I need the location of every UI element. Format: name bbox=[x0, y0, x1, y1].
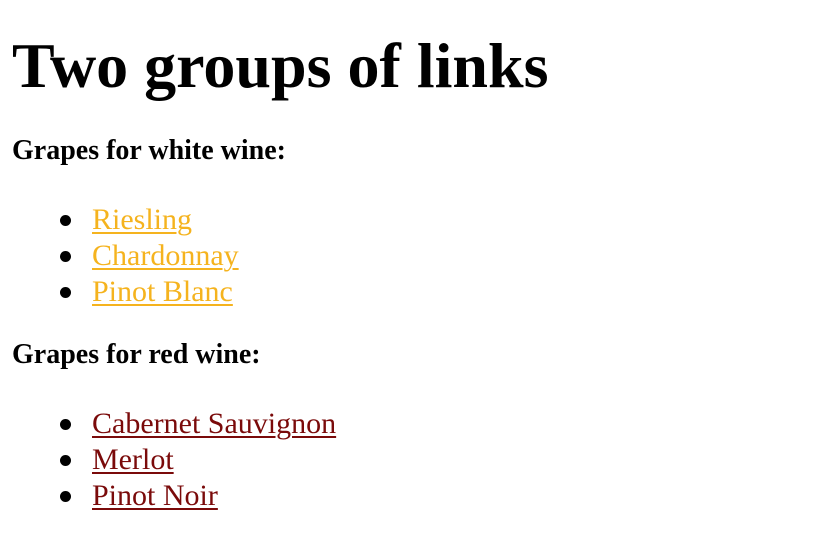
page-content: Two groups of links Grapes for white win… bbox=[12, 0, 548, 514]
list-item: Chardonnay bbox=[12, 238, 548, 274]
list-item: Pinot Noir bbox=[12, 478, 548, 514]
list-item: Cabernet Sauvignon bbox=[12, 406, 548, 442]
bullet-icon bbox=[60, 491, 71, 502]
link-chardonnay[interactable]: Chardonnay bbox=[92, 239, 239, 272]
bullet-icon bbox=[60, 455, 71, 466]
link-pinot-noir[interactable]: Pinot Noir bbox=[92, 479, 218, 512]
bullet-icon bbox=[60, 251, 71, 262]
bullet-icon bbox=[60, 287, 71, 298]
list-item: Riesling bbox=[12, 202, 548, 238]
link-pinot-blanc[interactable]: Pinot Blanc bbox=[92, 275, 233, 308]
bullet-icon bbox=[60, 419, 71, 430]
list-item: Merlot bbox=[12, 442, 548, 478]
red-wine-heading: Grapes for red wine: bbox=[12, 339, 261, 370]
link-merlot[interactable]: Merlot bbox=[92, 443, 174, 476]
white-wine-list: Riesling Chardonnay Pinot Blanc bbox=[12, 202, 548, 310]
link-cabernet-sauvignon[interactable]: Cabernet Sauvignon bbox=[92, 407, 336, 440]
red-wine-list: Cabernet Sauvignon Merlot Pinot Noir bbox=[12, 406, 548, 514]
page-title: Two groups of links bbox=[12, 30, 549, 101]
link-riesling[interactable]: Riesling bbox=[92, 203, 192, 236]
list-item: Pinot Blanc bbox=[12, 274, 548, 310]
white-wine-heading: Grapes for white wine: bbox=[12, 135, 286, 166]
bullet-icon bbox=[60, 215, 71, 226]
